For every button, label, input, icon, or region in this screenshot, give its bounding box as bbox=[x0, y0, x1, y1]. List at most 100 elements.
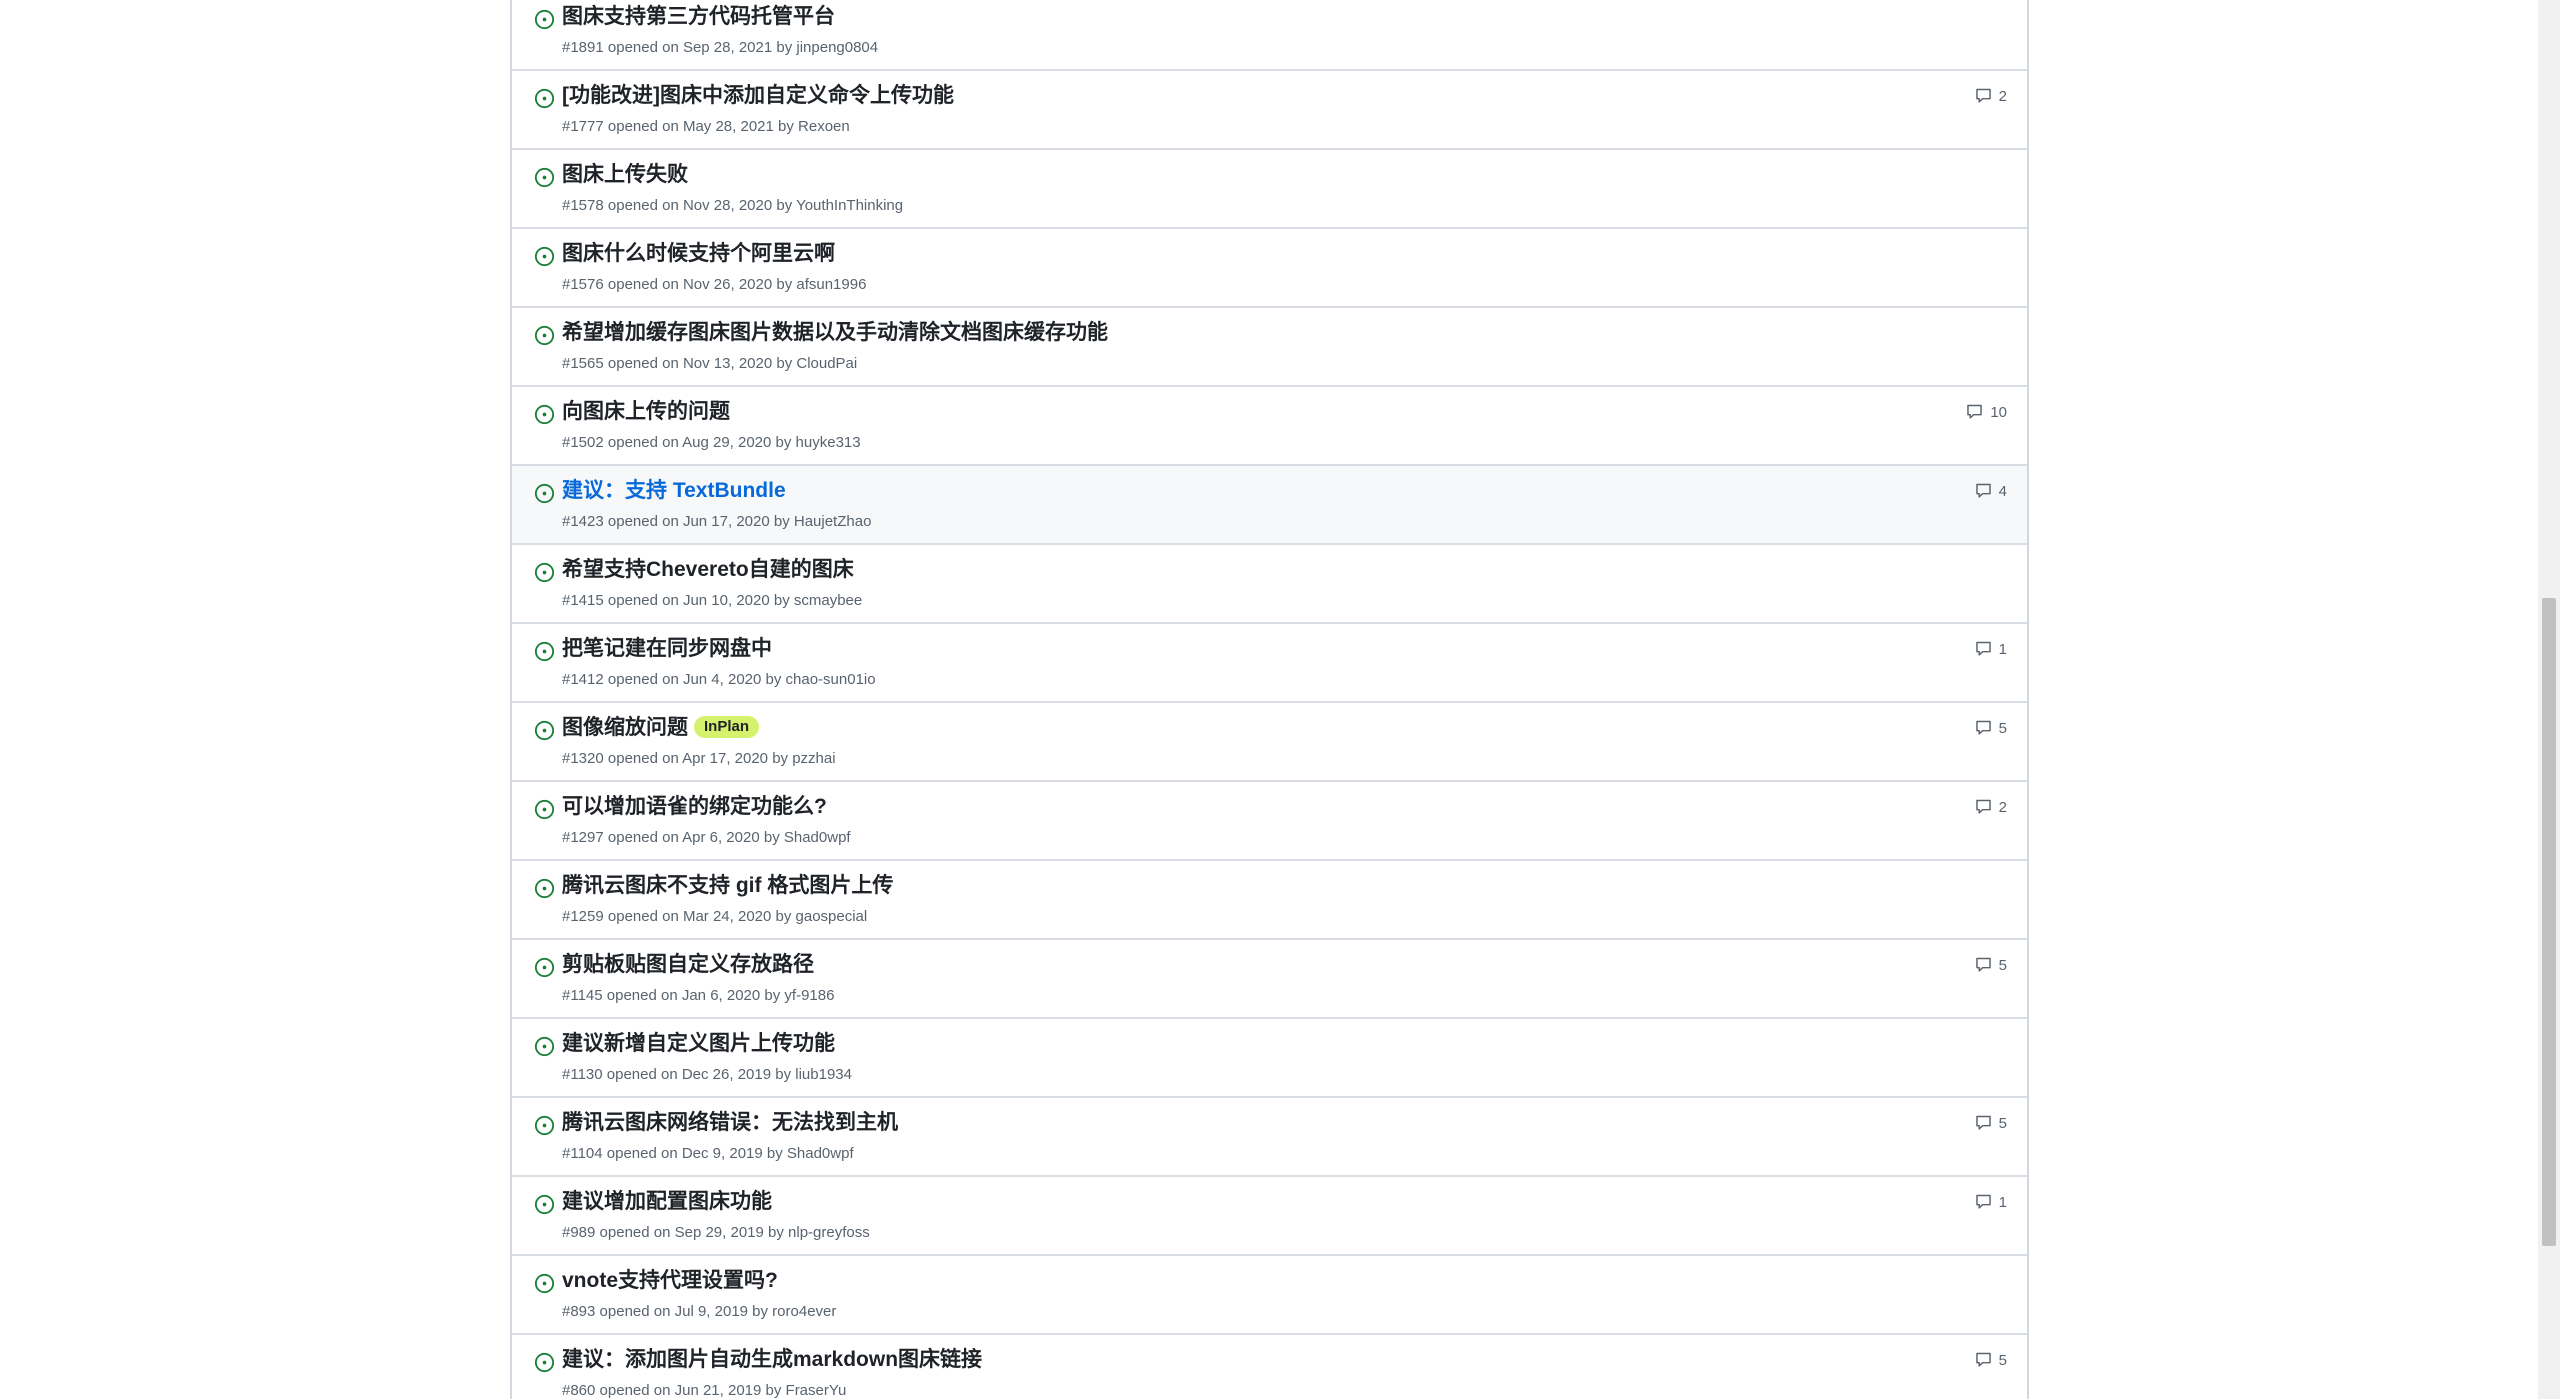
issue-opened-icon bbox=[534, 957, 555, 978]
issue-row[interactable]: 向图床上传的问题 #1502 opened on Aug 29, 2020 by … bbox=[512, 387, 2027, 466]
comment-icon bbox=[1975, 799, 1991, 814]
issue-title-text[interactable]: 腾讯云图床网络错误：无法找到主机 bbox=[562, 1111, 898, 1134]
comment-count-link[interactable]: 2 bbox=[1974, 798, 2007, 816]
issue-opened-icon bbox=[534, 167, 555, 188]
comment-count: 4 bbox=[1998, 482, 2007, 500]
comment-count-link[interactable]: 10 bbox=[1965, 403, 2007, 421]
issue-opened-icon bbox=[534, 88, 555, 109]
issue-meta: #1576 opened on Nov 26, 2020 by afsun199… bbox=[562, 276, 867, 293]
issue-meta: #1891 opened on Sep 28, 2021 by jinpeng0… bbox=[562, 39, 879, 56]
issue-title-link[interactable]: vnote支持代理设置吗? bbox=[562, 1267, 778, 1295]
issue-row[interactable]: 建议新增自定义图片上传功能 #1130 opened on Dec 26, 201… bbox=[512, 1019, 2027, 1098]
comment-icon bbox=[1975, 1194, 1991, 1209]
issue-title-text[interactable]: 图床支持第三方代码托管平台 bbox=[562, 5, 835, 28]
issue-title-text[interactable]: 向图床上传的问题 bbox=[562, 400, 730, 423]
issues-page: 图床支持第三方代码托管平台 #1891 opened on Sep 28, 202… bbox=[0, 0, 2560, 1399]
issue-meta: #1423 opened on Jun 17, 2020 by HaujetZh… bbox=[562, 513, 872, 530]
issue-opened-icon bbox=[534, 404, 555, 425]
issue-title-link[interactable]: 剪贴板贴图自定义存放路径 bbox=[562, 951, 814, 979]
issue-row[interactable]: vnote支持代理设置吗? #893 opened on Jul 9, 2019 … bbox=[512, 1256, 2027, 1335]
issue-title-text[interactable]: 剪贴板贴图自定义存放路径 bbox=[562, 953, 814, 976]
issue-title-text[interactable]: [功能改进]图床中添加自定义命令上传功能 bbox=[562, 84, 954, 107]
issue-opened-icon bbox=[534, 1036, 555, 1057]
comment-count-link[interactable]: 1 bbox=[1974, 640, 2007, 658]
issue-meta: #1297 opened on Apr 6, 2020 by Shad0wpf bbox=[562, 829, 851, 846]
issue-meta: #860 opened on Jun 21, 2019 by FraserYu bbox=[562, 1382, 847, 1399]
issue-list: 图床支持第三方代码托管平台 #1891 opened on Sep 28, 202… bbox=[510, 0, 2029, 1399]
issue-meta: #1130 opened on Dec 26, 2019 by liub1934 bbox=[562, 1066, 852, 1083]
issue-row[interactable]: 腾讯云图床不支持 gif 格式图片上传 #1259 opened on Mar 2… bbox=[512, 861, 2027, 940]
issue-title-link[interactable]: 图床什么时候支持个阿里云啊 bbox=[562, 240, 835, 268]
issue-meta: #1320 opened on Apr 17, 2020 by pzzhai bbox=[562, 750, 836, 767]
issue-meta: #1565 opened on Nov 13, 2020 by CloudPai bbox=[562, 355, 858, 372]
issue-row[interactable]: 剪贴板贴图自定义存放路径 #1145 opened on Jan 6, 2020 … bbox=[512, 940, 2027, 1019]
issue-row[interactable]: 图床上传失败 #1578 opened on Nov 28, 2020 by Yo… bbox=[512, 150, 2027, 229]
issue-opened-icon bbox=[534, 562, 555, 583]
issue-title-text[interactable]: 图床什么时候支持个阿里云啊 bbox=[562, 242, 835, 265]
comment-count-link[interactable]: 5 bbox=[1974, 956, 2007, 974]
issue-title-link[interactable]: 图床上传失败 bbox=[562, 161, 688, 189]
scrollbar-thumb[interactable] bbox=[2542, 598, 2556, 1246]
issue-row[interactable]: 把笔记建在同步网盘中 #1412 opened on Jun 4, 2020 by… bbox=[512, 624, 2027, 703]
comment-count-link[interactable]: 5 bbox=[1974, 1114, 2007, 1132]
issue-row[interactable]: 可以增加语雀的绑定功能么? #1297 opened on Apr 6, 2020… bbox=[512, 782, 2027, 861]
issue-opened-icon bbox=[534, 1194, 555, 1215]
issue-title-link[interactable]: 建议：支持 TextBundle bbox=[562, 477, 786, 505]
issue-title-link[interactable]: 可以增加语雀的绑定功能么? bbox=[562, 793, 827, 821]
issue-title-text[interactable]: 希望支持Chevereto自建的图床 bbox=[562, 558, 854, 581]
issue-title-link[interactable]: 建议：添加图片自动生成markdown图床链接 bbox=[562, 1346, 982, 1374]
comment-count-link[interactable]: 2 bbox=[1974, 87, 2007, 105]
issue-label-badge[interactable]: InPlan bbox=[694, 716, 760, 738]
comment-count: 5 bbox=[1998, 1351, 2007, 1369]
comment-count: 1 bbox=[1998, 640, 2007, 658]
issue-row[interactable]: 建议：支持 TextBundle #1423 opened on Jun 17, … bbox=[512, 466, 2027, 545]
issue-title-link[interactable]: 图像缩放问题 InPlan bbox=[562, 714, 760, 742]
issue-title-text[interactable]: 把笔记建在同步网盘中 bbox=[562, 637, 772, 660]
comment-icon bbox=[1975, 1115, 1991, 1130]
issue-row[interactable]: 图像缩放问题 InPlan #1320 opened on Apr 17, 2020… bbox=[512, 703, 2027, 782]
issue-title-text[interactable]: 图床上传失败 bbox=[562, 163, 688, 186]
issue-title-text[interactable]: 建议增加配置图床功能 bbox=[562, 1190, 772, 1213]
issue-title-text[interactable]: 建议：添加图片自动生成markdown图床链接 bbox=[562, 1348, 982, 1371]
issue-meta: #1415 opened on Jun 10, 2020 by scmaybee bbox=[562, 592, 863, 609]
issue-title-link[interactable]: 向图床上传的问题 bbox=[562, 398, 730, 426]
issue-meta: #1259 opened on Mar 24, 2020 by gaospeci… bbox=[562, 908, 868, 925]
issue-row[interactable]: 腾讯云图床网络错误：无法找到主机 #1104 opened on Dec 9, 2… bbox=[512, 1098, 2027, 1177]
issue-meta: #989 opened on Sep 29, 2019 by nlp-greyf… bbox=[562, 1224, 870, 1241]
issue-row[interactable]: 图床支持第三方代码托管平台 #1891 opened on Sep 28, 202… bbox=[512, 0, 2027, 71]
issue-title-link[interactable]: 希望增加缓存图床图片数据以及手动清除文档图床缓存功能 bbox=[562, 319, 1108, 347]
issue-opened-icon bbox=[534, 1115, 555, 1136]
issue-title-link[interactable]: 腾讯云图床网络错误：无法找到主机 bbox=[562, 1109, 898, 1137]
issue-row[interactable]: 图床什么时候支持个阿里云啊 #1576 opened on Nov 26, 202… bbox=[512, 229, 2027, 308]
issue-title-text[interactable]: 建议：支持 TextBundle bbox=[562, 479, 786, 502]
comment-count-link[interactable]: 5 bbox=[1974, 1351, 2007, 1369]
issue-title-text[interactable]: 腾讯云图床不支持 gif 格式图片上传 bbox=[562, 874, 893, 897]
issue-opened-icon bbox=[534, 720, 555, 741]
issue-title-link[interactable]: 建议新增自定义图片上传功能 bbox=[562, 1030, 835, 1058]
vertical-scrollbar[interactable] bbox=[2538, 0, 2560, 1399]
comment-count-link[interactable]: 4 bbox=[1974, 482, 2007, 500]
issue-title-link[interactable]: 建议增加配置图床功能 bbox=[562, 1188, 772, 1216]
issue-row[interactable]: [功能改进]图床中添加自定义命令上传功能 #1777 opened on May … bbox=[512, 71, 2027, 150]
issue-title-text[interactable]: 图像缩放问题 bbox=[562, 716, 688, 739]
issue-title-link[interactable]: 图床支持第三方代码托管平台 bbox=[562, 3, 835, 31]
issue-row[interactable]: 建议：添加图片自动生成markdown图床链接 #860 opened on Ju… bbox=[512, 1335, 2027, 1399]
issue-opened-icon bbox=[534, 325, 555, 346]
comment-count-link[interactable]: 5 bbox=[1974, 719, 2007, 737]
issue-meta: #1578 opened on Nov 28, 2020 by YouthInT… bbox=[562, 197, 904, 214]
issue-title-text[interactable]: 希望增加缓存图床图片数据以及手动清除文档图床缓存功能 bbox=[562, 321, 1108, 344]
issue-row[interactable]: 希望支持Chevereto自建的图床 #1415 opened on Jun 10… bbox=[512, 545, 2027, 624]
issue-meta: #1145 opened on Jan 6, 2020 by yf-9186 bbox=[562, 987, 835, 1004]
comment-count-link[interactable]: 1 bbox=[1974, 1193, 2007, 1211]
issue-title-link[interactable]: 希望支持Chevereto自建的图床 bbox=[562, 556, 854, 584]
issue-row[interactable]: 希望增加缓存图床图片数据以及手动清除文档图床缓存功能 #1565 opened o… bbox=[512, 308, 2027, 387]
issue-title-text[interactable]: 建议新增自定义图片上传功能 bbox=[562, 1032, 835, 1055]
issue-meta: #1777 opened on May 28, 2021 by Rexoen bbox=[562, 118, 850, 135]
issue-title-link[interactable]: 把笔记建在同步网盘中 bbox=[562, 635, 772, 663]
comment-icon bbox=[1975, 483, 1991, 498]
issue-row[interactable]: 建议增加配置图床功能 #989 opened on Sep 29, 2019 by… bbox=[512, 1177, 2027, 1256]
issue-title-text[interactable]: 可以增加语雀的绑定功能么? bbox=[562, 795, 827, 818]
issue-title-link[interactable]: 腾讯云图床不支持 gif 格式图片上传 bbox=[562, 872, 893, 900]
issue-title-text[interactable]: vnote支持代理设置吗? bbox=[562, 1269, 778, 1292]
issue-title-link[interactable]: [功能改进]图床中添加自定义命令上传功能 bbox=[562, 82, 954, 110]
